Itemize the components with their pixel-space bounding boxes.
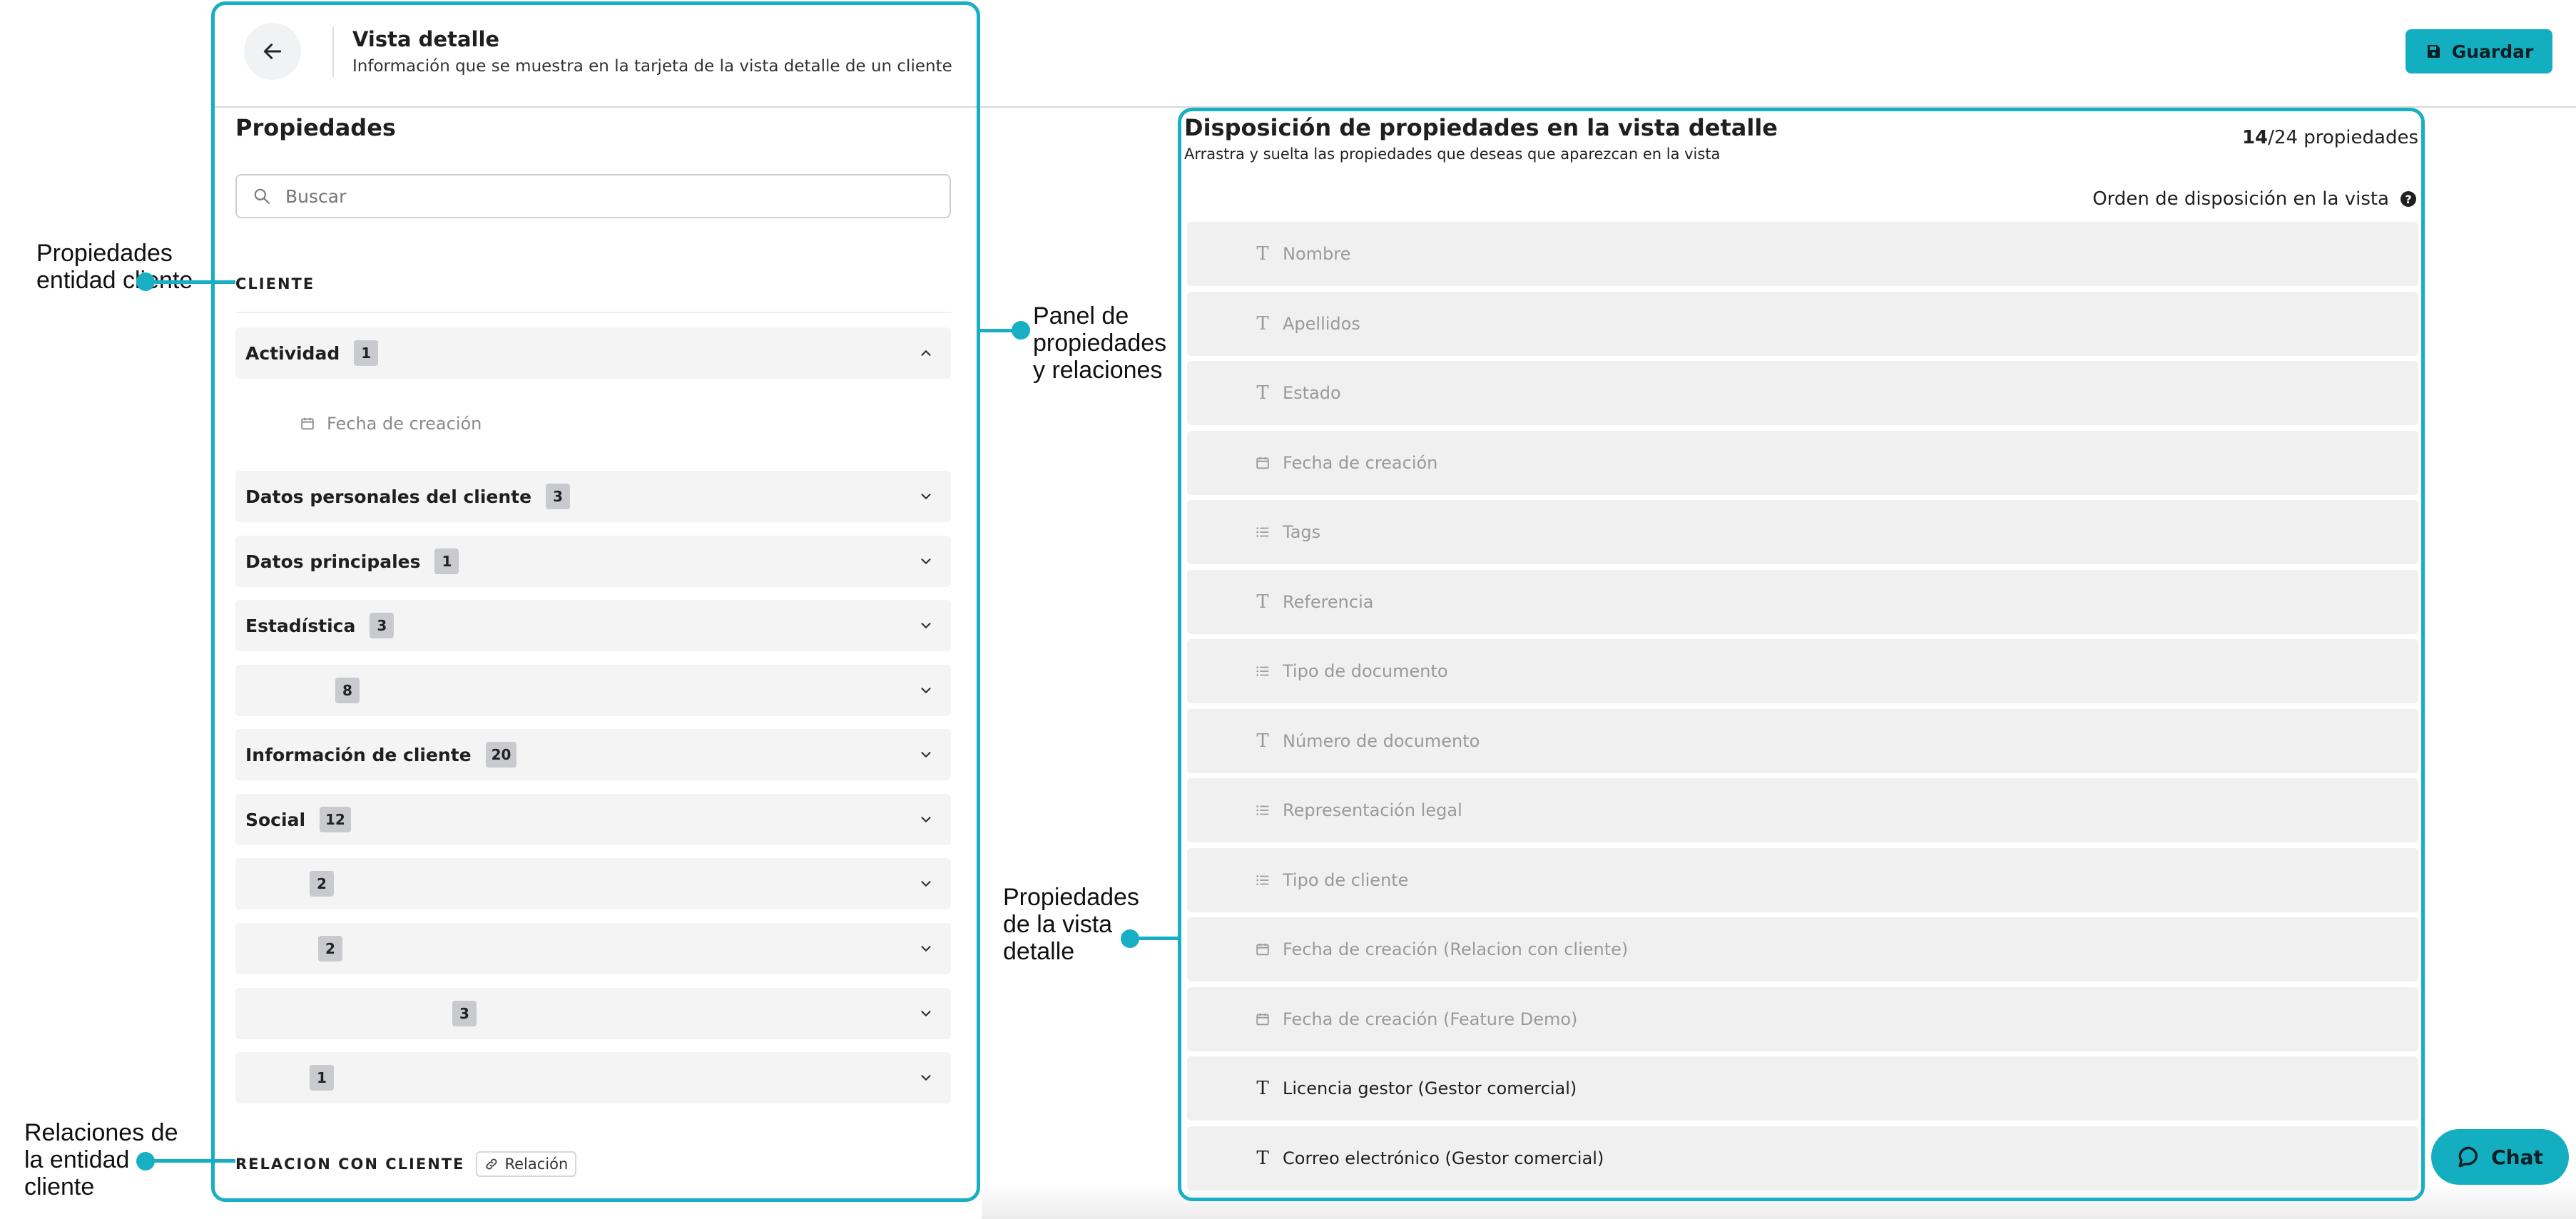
annotation-leader bbox=[1134, 937, 1180, 940]
chat-button[interactable]: Chat bbox=[2431, 1129, 2569, 1185]
highlight-panel-left bbox=[211, 1, 980, 1202]
annotation-panel: Panel de propiedades y relaciones bbox=[1033, 302, 1167, 384]
save-icon bbox=[2427, 45, 2440, 58]
chat-bubble-icon bbox=[2458, 1146, 2478, 1168]
highlight-panel-right bbox=[1178, 108, 2425, 1201]
annotation-leader bbox=[150, 1159, 235, 1163]
annotation-vista: Propiedades de la vista detalle bbox=[1003, 884, 1139, 965]
annotation-leader bbox=[150, 280, 235, 284]
annotation-entidad: Propiedades entidad cliente bbox=[36, 240, 193, 294]
save-label: Guardar bbox=[2451, 41, 2534, 62]
annotation-leader bbox=[980, 329, 1016, 332]
chat-label: Chat bbox=[2491, 1145, 2543, 1169]
save-button[interactable]: Guardar bbox=[2406, 29, 2552, 73]
